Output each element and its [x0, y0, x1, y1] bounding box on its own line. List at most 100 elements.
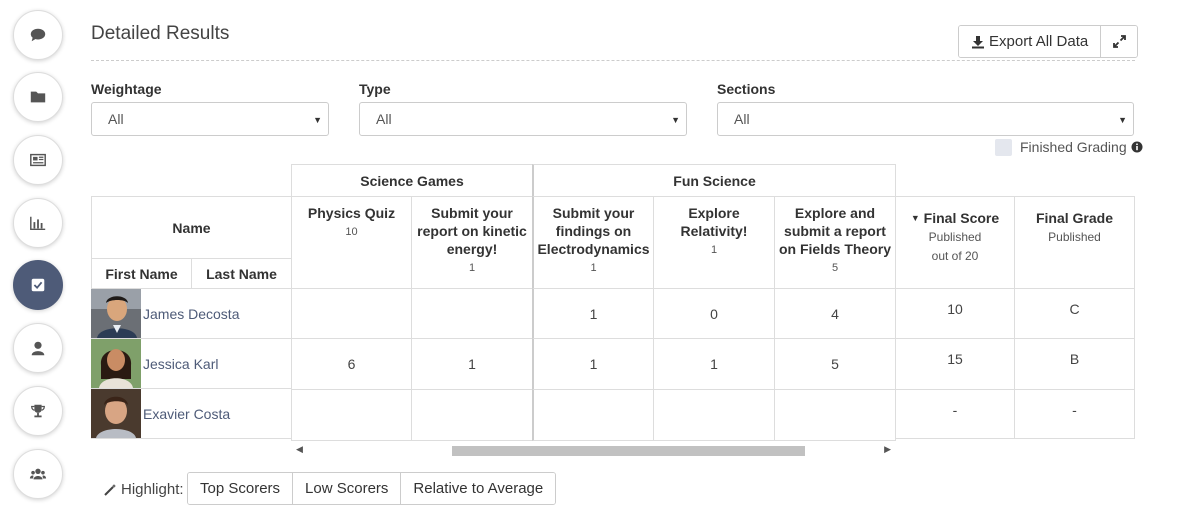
caret-down-icon: ▼ [671, 115, 680, 125]
score-cell[interactable]: 1 [653, 338, 775, 390]
student-row-james-decosta: James Decosta [91, 289, 291, 339]
sort-desc-icon: ▼ [910, 213, 920, 223]
page-title: Detailed Results [91, 23, 230, 44]
export-button-group: Export All Data [958, 25, 1139, 58]
scroll-thumb[interactable] [452, 446, 805, 456]
scroll-right-icon[interactable]: ▶ [884, 444, 891, 455]
weightage-label: Weightage [91, 81, 162, 97]
title-divider [91, 60, 1135, 61]
first-name-header[interactable]: First Name [91, 258, 192, 289]
student-row-exavier-costa: Exavier Costa [91, 389, 291, 439]
last-name-header-label: Last Name [206, 265, 277, 282]
weightage-value: All [108, 111, 124, 127]
last-name-header[interactable]: Last Name [191, 258, 292, 289]
magic-wand-icon [104, 483, 116, 496]
score-cell[interactable]: 6 [291, 338, 412, 390]
sidebar-news-button[interactable] [13, 135, 63, 185]
final-score-title-text: Final Score [923, 210, 1000, 226]
sections-value: All [734, 111, 750, 127]
avatar [91, 389, 141, 438]
sidebar-groups-button[interactable] [13, 449, 63, 499]
users-icon [29, 468, 47, 480]
column-title: Explore Relativity! [680, 205, 748, 239]
info-icon [1131, 141, 1143, 153]
student-row-jessica-karl: Jessica Karl [91, 339, 291, 389]
type-select[interactable]: All ▼ [359, 102, 687, 136]
export-all-data-button[interactable]: Export All Data [959, 26, 1101, 57]
sidebar-comments-button[interactable] [13, 10, 63, 60]
column-points: 1 [468, 262, 476, 274]
score-cell[interactable]: 1 [532, 288, 654, 339]
sidebar-files-button[interactable] [13, 72, 63, 122]
score-cell[interactable] [411, 389, 533, 441]
score-cell[interactable]: 4 [774, 288, 896, 339]
group-header-science-games: Science Games [291, 164, 533, 197]
column-title: Explore and submit a report on Fields Th… [778, 205, 891, 257]
caret-down-icon: ▼ [313, 115, 322, 125]
sidebar-results-button[interactable] [13, 260, 63, 310]
top-scorers-button[interactable]: Top Scorers [188, 473, 293, 504]
final-grade-cell: B [1014, 338, 1135, 390]
first-name-header-label: First Name [105, 265, 178, 282]
column-points: 5 [831, 262, 839, 274]
trophy-icon [31, 404, 45, 418]
student-name[interactable]: James Decosta [143, 306, 239, 322]
column-title: Physics Quiz [307, 205, 396, 221]
column-header-electrodynamics[interactable]: Submit your findings on Electrodynamics … [532, 196, 654, 289]
sidebar-stats-button[interactable] [13, 198, 63, 248]
student-name[interactable]: Exavier Costa [143, 406, 230, 422]
column-header-kinetic-energy[interactable]: Submit your report on kinetic energy! 1 [411, 196, 533, 289]
column-header-fields-theory[interactable]: Explore and submit a report on Fields Th… [774, 196, 896, 289]
score-cell[interactable] [532, 389, 654, 441]
score-cell[interactable]: 1 [411, 338, 533, 390]
avatar [91, 339, 141, 388]
horizontal-scrollbar[interactable]: ◀ ▶ [292, 442, 895, 458]
score-cell[interactable]: 5 [774, 338, 896, 390]
scroll-left-icon[interactable]: ◀ [296, 444, 303, 455]
name-header: Name [91, 196, 292, 258]
sidebar-profile-button[interactable] [13, 323, 63, 373]
type-value: All [376, 111, 392, 127]
comment-icon [30, 28, 46, 42]
newspaper-icon [30, 153, 46, 167]
final-grade-cell: - [1014, 389, 1135, 439]
student-name[interactable]: Jessica Karl [143, 356, 218, 372]
column-points: 1 [590, 262, 597, 274]
score-cell[interactable] [411, 288, 533, 339]
final-score-title: ▼ Final Score [911, 209, 999, 227]
column-header-final-score[interactable]: ▼ Final Score Published out of 20 [895, 196, 1015, 289]
final-score-cell: 15 [895, 338, 1015, 390]
highlight-label: Highlight: [121, 481, 184, 498]
export-all-data-label: Export All Data [989, 33, 1089, 50]
column-points: 10 [345, 226, 358, 238]
final-score-cell: 10 [895, 288, 1015, 339]
final-grade-cell: C [1014, 288, 1135, 339]
expand-icon [1112, 35, 1126, 48]
score-cell[interactable] [653, 389, 775, 441]
group-header-fun-science: Fun Science [532, 164, 896, 197]
sidebar-achievements-button[interactable] [13, 386, 63, 436]
score-cell[interactable]: 1 [532, 338, 654, 390]
column-header-physics-quiz[interactable]: Physics Quiz 10 [291, 196, 412, 289]
finished-grading-swatch [995, 138, 1012, 156]
folder-icon [30, 91, 46, 103]
check-square-icon [31, 278, 45, 292]
low-scorers-button[interactable]: Low Scorers [292, 473, 401, 504]
type-label: Type [359, 81, 391, 97]
relative-to-average-button[interactable]: Relative to Average [400, 473, 556, 504]
user-icon [31, 341, 45, 356]
score-cell[interactable] [291, 389, 412, 441]
finished-grading-legend: Finished Grading [995, 138, 1143, 156]
final-grade-published: Published [1048, 230, 1101, 244]
score-cell[interactable] [774, 389, 896, 441]
sections-select[interactable]: All ▼ [717, 102, 1134, 136]
fullscreen-button[interactable] [1100, 26, 1138, 57]
final-score-published: Published [928, 230, 982, 244]
score-cell[interactable]: 0 [653, 288, 775, 339]
final-grade-title: Final Grade [1035, 210, 1114, 226]
download-icon [972, 35, 984, 48]
column-header-final-grade[interactable]: Final Grade Published [1014, 196, 1135, 289]
score-cell[interactable] [291, 288, 412, 339]
column-header-relativity[interactable]: Explore Relativity! 1 [653, 196, 775, 289]
weightage-select[interactable]: All ▼ [91, 102, 329, 136]
